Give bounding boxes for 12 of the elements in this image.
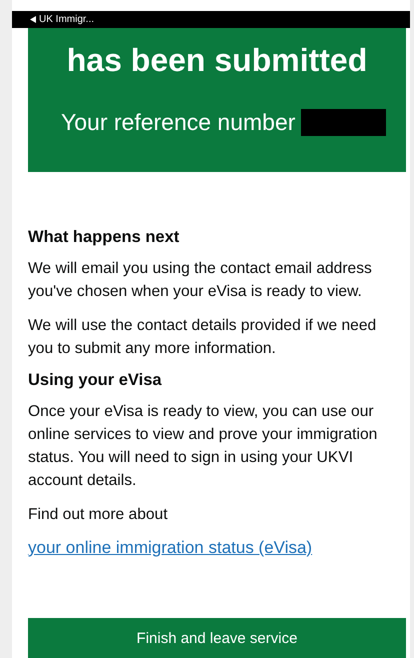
back-arrow-icon[interactable] <box>30 16 36 23</box>
finish-button[interactable]: Finish and leave service <box>28 618 406 658</box>
section-heading: What happens next <box>28 228 180 247</box>
paragraph: Find out more about <box>28 505 169 525</box>
paragraph: We will email you using the contact email address you've chosen when your eVisa is ready to view. <box>28 259 373 302</box>
panel-title: has been submitted <box>66 42 368 79</box>
evisa-link[interactable]: your online immigration status (eVisa) <box>28 538 312 558</box>
back-link[interactable]: UK Immigr... <box>39 14 94 25</box>
paragraph: Once your eVisa is ready to view, you can use our online services to view and prove your immigration status. You will need to sign in using your UKVI account details. <box>28 402 378 491</box>
paragraph: We will use the contact details provided if we need you to submit any more information. <box>28 316 378 359</box>
reference-label: Your reference number <box>61 109 296 136</box>
section-heading: Using your eVisa <box>28 371 163 390</box>
